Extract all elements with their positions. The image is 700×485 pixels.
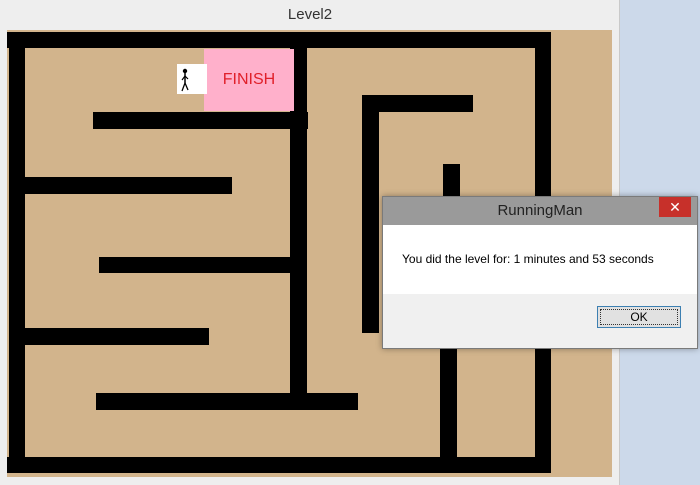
dialog-body: You did the level for: 1 minutes and 53 … — [383, 225, 697, 294]
finish-label: FINISH — [222, 71, 276, 88]
maze-wall — [96, 393, 358, 410]
maze-wall-bottom — [7, 457, 551, 473]
maze-wall — [440, 348, 457, 460]
finish-zone: FINISH — [204, 49, 294, 111]
maze-wall — [17, 328, 209, 345]
dialog-titlebar: RunningMan — [383, 197, 697, 225]
dialog-message: You did the level for: 1 minutes and 53 … — [402, 252, 654, 266]
maze-wall-left — [9, 32, 25, 472]
close-icon: ✕ — [669, 199, 681, 215]
maze-wall — [362, 95, 379, 333]
dialog-title: RunningMan — [497, 202, 583, 219]
player-character — [177, 64, 207, 94]
ok-button[interactable]: OK — [597, 306, 681, 328]
close-button[interactable]: ✕ — [659, 197, 691, 217]
maze-wall-top — [7, 32, 551, 48]
result-dialog: RunningMan ✕ You did the level for: 1 mi… — [382, 196, 698, 349]
maze-wall — [99, 257, 299, 273]
window-title: Level2 — [287, 6, 333, 23]
stick-figure-icon — [181, 68, 189, 92]
maze-wall — [93, 112, 308, 129]
maze-wall — [17, 177, 232, 194]
